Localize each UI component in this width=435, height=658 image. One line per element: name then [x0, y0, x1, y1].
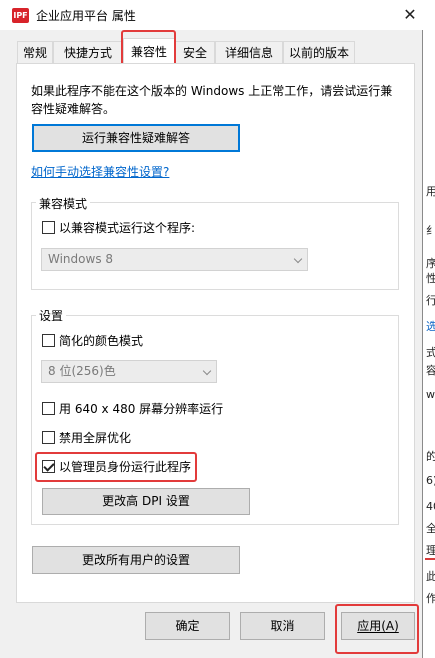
background-text: 用 — [426, 185, 435, 198]
run-troubleshooter-button[interactable]: 运行兼容性疑难解答 — [32, 124, 240, 152]
window-title: 企业应用平台 属性 — [36, 9, 136, 23]
admin-highlight-box — [35, 452, 197, 482]
manual-settings-link[interactable]: 如何手动选择兼容性设置? — [31, 163, 169, 180]
background-text: 的 — [426, 450, 435, 463]
background-text: ws — [426, 388, 435, 401]
background-text: 性 — [426, 272, 435, 285]
background-text: 纟 — [426, 224, 435, 237]
tab-previous-versions[interactable]: 以前的版本 — [283, 41, 355, 64]
title-bar[interactable]: IPF 企业应用平台 属性 ✕ — [0, 0, 423, 30]
apply-highlight-box — [335, 604, 419, 654]
background-text: 40 — [426, 500, 435, 513]
tab-shortcut[interactable]: 快捷方式 — [53, 41, 123, 64]
background-underline — [425, 558, 435, 560]
color-depth-value: 8 位(256)色 — [48, 364, 116, 378]
background-text: 式 — [426, 346, 435, 359]
background-text: 理 — [426, 544, 435, 557]
compat-mode-checkbox-label[interactable]: 以兼容模式运行这个程序: — [59, 219, 195, 236]
tab-security[interactable]: 安全 — [175, 41, 215, 64]
tab-general[interactable]: 常规 — [17, 41, 53, 64]
background-text: 行 — [426, 294, 435, 307]
ok-button[interactable]: 确定 — [145, 612, 230, 640]
disable-fullscreen-label[interactable]: 禁用全屏优化 — [59, 429, 131, 446]
tab-details[interactable]: 详细信息 — [215, 41, 283, 64]
cancel-button[interactable]: 取消 — [240, 612, 325, 640]
compat-os-select[interactable]: Windows 8 — [41, 248, 308, 271]
background-text: 序 — [426, 257, 435, 270]
resolution-640-checkbox[interactable] — [42, 402, 55, 415]
color-depth-select[interactable]: 8 位(256)色 — [41, 360, 217, 383]
background-text: 选 — [426, 320, 435, 333]
reduced-color-label[interactable]: 简化的颜色模式 — [59, 332, 143, 349]
background-text: 容 — [426, 364, 435, 377]
background-window: 用 纟 序 性 行 选 式 容 ws 的 6) 40 全 理 此 作 — [423, 0, 435, 658]
settings-label: 设置 — [36, 307, 67, 324]
change-dpi-button[interactable]: 更改高 DPI 设置 — [42, 488, 250, 515]
close-button[interactable]: ✕ — [397, 3, 423, 27]
app-icon: IPF — [12, 8, 29, 23]
compat-mode-label: 兼容模式 — [36, 195, 91, 212]
disable-fullscreen-checkbox[interactable] — [42, 431, 55, 444]
chevron-down-icon — [293, 254, 303, 264]
background-text: 此 — [426, 570, 435, 583]
reduced-color-checkbox[interactable] — [42, 334, 55, 347]
background-text: 6) — [426, 474, 435, 487]
all-users-settings-button[interactable]: 更改所有用户的设置 — [32, 546, 240, 574]
close-icon: ✕ — [403, 5, 417, 24]
background-text: 作 — [426, 592, 435, 605]
properties-dialog: IPF 企业应用平台 属性 ✕ 常规 快捷方式 兼容性 安全 详细信息 以前的版… — [0, 0, 423, 658]
compat-os-value: Windows 8 — [48, 252, 114, 266]
compat-mode-checkbox[interactable] — [42, 221, 55, 234]
intro-text: 如果此程序不能在这个版本的 Windows 上正常工作，请尝试运行兼容性疑难解答… — [31, 84, 393, 116]
resolution-640-label[interactable]: 用 640 x 480 屏幕分辨率运行 — [59, 400, 223, 417]
compat-mode-group — [31, 202, 399, 290]
background-text: 全 — [426, 522, 435, 535]
chevron-down-icon — [202, 366, 212, 376]
